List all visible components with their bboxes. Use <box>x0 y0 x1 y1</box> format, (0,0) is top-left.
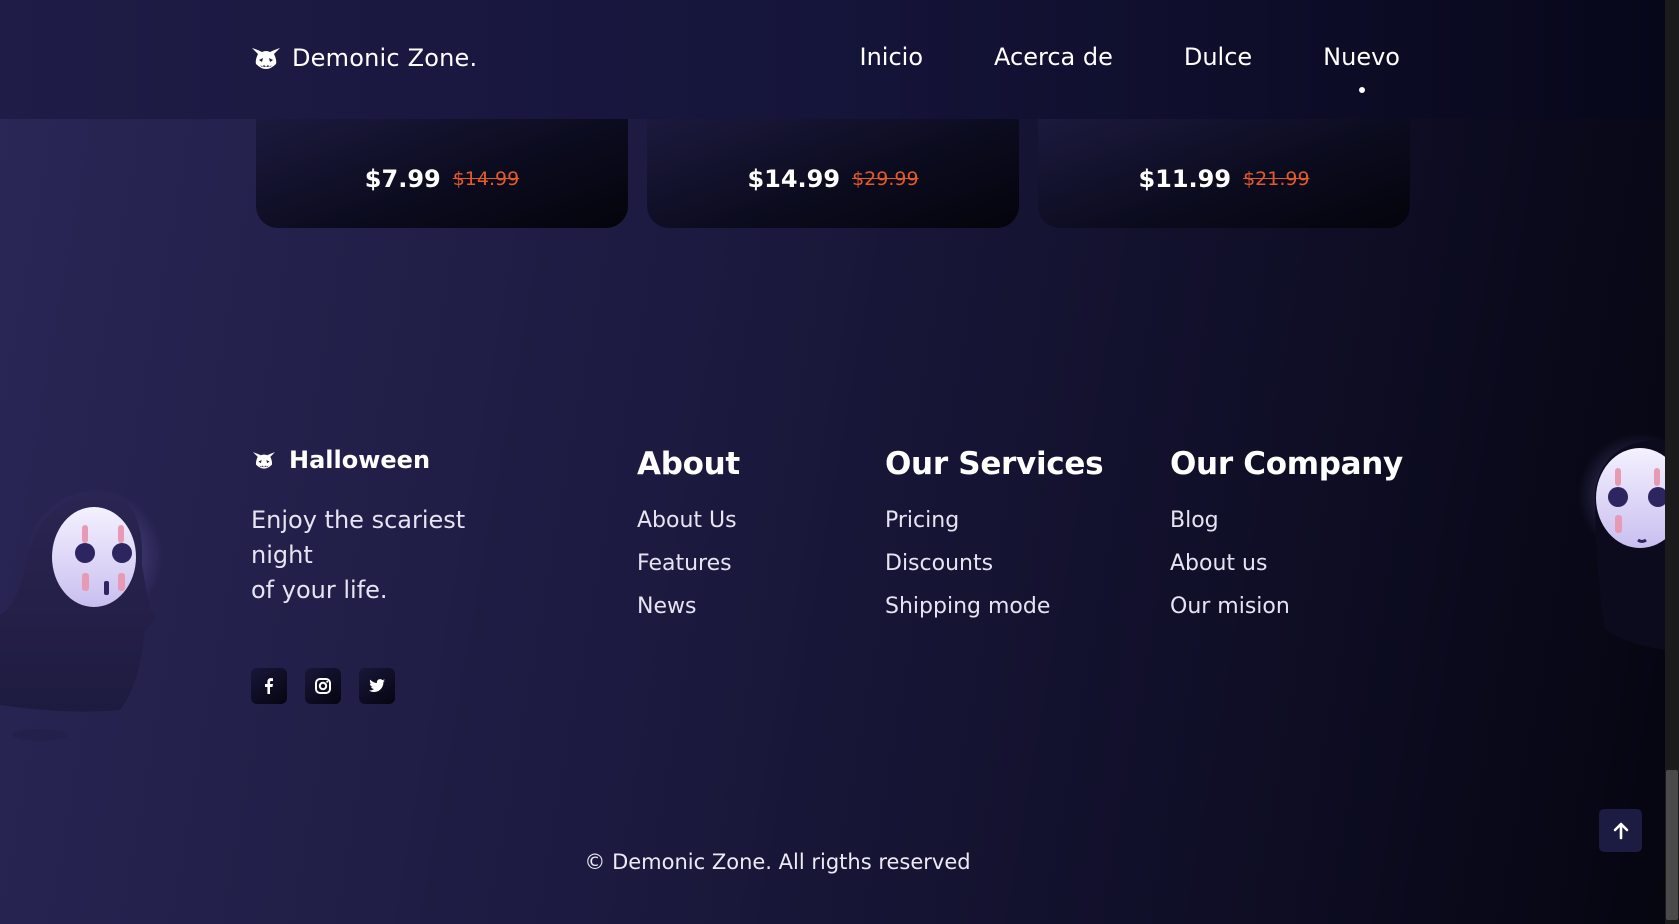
product-price: $11.99 <box>1138 165 1232 193</box>
logo-text: Demonic Zone. <box>292 44 478 72</box>
scroll-to-top-button[interactable] <box>1599 809 1642 852</box>
arrow-up-icon <box>1613 822 1628 839</box>
product-card[interactable]: $11.99 $21.99 <box>1038 106 1410 228</box>
jack-o-lantern-icon <box>253 452 275 469</box>
footer-tagline: Enjoy the scariest night of your life. <box>251 503 491 608</box>
nav-item-acerca-de[interactable]: Acerca de <box>994 43 1113 71</box>
product-price: $14.99 <box>747 165 841 193</box>
footer-column-title: Our Company <box>1170 446 1403 482</box>
footer-link[interactable]: Discounts <box>885 551 1103 576</box>
instagram-link[interactable] <box>305 668 341 704</box>
site-logo[interactable]: Demonic Zone. <box>250 44 477 72</box>
tagline-line: Enjoy the scariest <box>251 506 466 534</box>
tagline-line: night <box>251 541 313 569</box>
facebook-icon <box>265 678 273 694</box>
copyright: © Demonic Zone. All rigths reserved <box>0 850 1665 874</box>
product-card[interactable]: $14.99 $29.99 <box>647 106 1019 228</box>
page-scrollbar[interactable] <box>1665 0 1679 924</box>
product-old-price: $14.99 <box>452 168 520 190</box>
twitter-icon <box>369 679 385 692</box>
tagline-line: of your life. <box>251 576 388 604</box>
nav-item-dulce[interactable]: Dulce <box>1184 43 1252 71</box>
active-indicator-dot <box>1358 87 1365 93</box>
footer-link[interactable]: Shipping mode <box>885 594 1103 619</box>
scrollbar-thumb[interactable] <box>1666 770 1678 920</box>
footer-link[interactable]: Features <box>637 551 740 576</box>
facebook-link[interactable] <box>251 668 287 704</box>
footer-column-title: About <box>637 446 740 482</box>
twitter-link[interactable] <box>359 668 395 704</box>
product-old-price: $21.99 <box>1243 168 1310 190</box>
footer-brand: Halloween <box>251 446 430 474</box>
footer-link[interactable]: News <box>637 594 740 619</box>
footer-link[interactable]: Pricing <box>885 508 1103 533</box>
product-price: $7.99 <box>364 165 441 193</box>
social-links <box>251 668 395 704</box>
product-old-price: $29.99 <box>852 168 919 190</box>
nav-item-inicio[interactable]: Inicio <box>860 43 924 71</box>
footer-link[interactable]: Our mision <box>1170 594 1403 619</box>
site-header: Demonic Zone. Inicio Acerca de Dulce Nue… <box>0 0 1665 119</box>
main-nav: Inicio Acerca de Dulce Nuevo <box>860 43 1400 93</box>
footer-brand-name: Halloween <box>289 446 431 474</box>
nav-item-nuevo[interactable]: Nuevo <box>1323 43 1400 93</box>
footer-column-title: Our Services <box>885 446 1104 482</box>
ghost-illustration <box>0 489 163 741</box>
ghost-illustration <box>1578 433 1665 650</box>
footer-column-company: Our Company Blog About us Our mision <box>1170 446 1403 637</box>
footer-link[interactable]: Blog <box>1170 508 1403 533</box>
copyright-text: © Demonic Zone. All rigths reserved <box>584 850 971 874</box>
jack-o-lantern-icon <box>252 48 280 69</box>
footer-link[interactable]: About us <box>1170 551 1403 576</box>
product-card[interactable]: $7.99 $14.99 <box>256 106 628 228</box>
footer-link[interactable]: About Us <box>637 508 740 533</box>
footer-column-services: Our Services Pricing Discounts Shipping … <box>885 446 1104 637</box>
instagram-icon <box>315 678 331 694</box>
nav-item-nuevo-label: Nuevo <box>1323 43 1400 71</box>
footer-column-about: About About Us Features News <box>637 446 740 637</box>
